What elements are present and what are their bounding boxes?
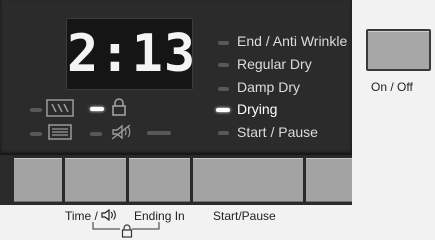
sound-off-icon xyxy=(111,124,131,140)
child-lock-icon xyxy=(112,98,126,116)
left-blank-button[interactable] xyxy=(14,158,62,202)
time-readout: 2:13 xyxy=(67,24,197,84)
power-button[interactable] xyxy=(366,29,431,71)
option-led-extra xyxy=(147,131,171,135)
status-led-damp-dry xyxy=(218,87,229,91)
status-led-regular-dry xyxy=(218,63,229,67)
filter-icon xyxy=(48,124,72,140)
time-display: 2:13 xyxy=(66,18,197,90)
ending-in-button[interactable] xyxy=(129,158,190,202)
ending-in-label: Ending In xyxy=(134,209,185,223)
status-led-start-pause xyxy=(218,131,229,135)
start-pause-button[interactable] xyxy=(193,158,303,202)
start-pause-label: Start/Pause xyxy=(213,209,276,223)
dry-level-icon xyxy=(46,99,74,117)
time-sound-button[interactable] xyxy=(65,158,126,202)
lock-icon xyxy=(121,224,133,238)
right-blank-button[interactable] xyxy=(306,158,352,202)
status-led-end-anti-wrinkle xyxy=(218,41,229,45)
status-led-drying xyxy=(216,108,230,112)
status-label-end-anti-wrinkle: End / Anti Wrinkle xyxy=(237,33,348,49)
sound-icon xyxy=(101,208,117,222)
time-label-text: Time / xyxy=(65,209,98,223)
status-label-drying: Drying xyxy=(237,101,278,117)
option-led-dry-level xyxy=(30,108,42,112)
time-sound-label: Time / xyxy=(65,208,117,223)
option-led-child-lock xyxy=(90,107,104,111)
status-label-start-pause: Start / Pause xyxy=(237,124,318,140)
option-led-sound xyxy=(90,132,102,136)
status-label-damp-dry: Damp Dry xyxy=(237,79,301,95)
status-label-regular-dry: Regular Dry xyxy=(237,56,312,72)
power-label: On / Off xyxy=(371,80,413,94)
option-led-filter xyxy=(30,132,42,136)
